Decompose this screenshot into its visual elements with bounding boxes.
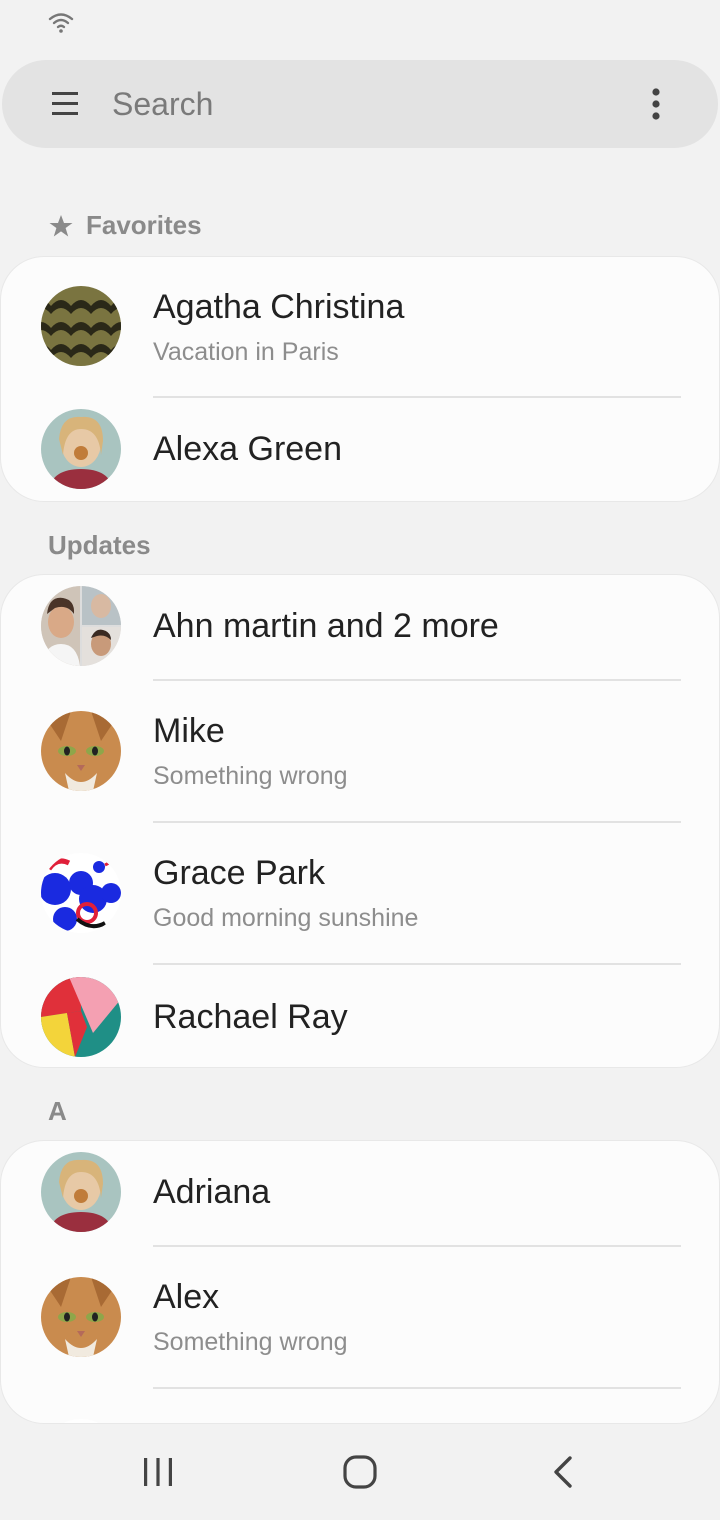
contact-status: Good morning sunshine (153, 904, 419, 932)
contact-status: Something wrong (153, 1328, 348, 1356)
a-section-card: Adriana Alex Something wrong (0, 1140, 720, 1424)
search-bar (2, 60, 718, 148)
section-label: Updates (48, 530, 151, 560)
contact-name: Adriana (153, 1173, 271, 1211)
contact-avatar (41, 286, 121, 366)
contact-avatar (41, 586, 121, 666)
contact-avatar (41, 1152, 121, 1232)
hamburger-menu-icon[interactable] (48, 86, 84, 122)
more-vertical-icon[interactable] (636, 84, 676, 124)
contact-row[interactable]: Alex Something wrong (1, 1247, 719, 1389)
status-bar (0, 0, 720, 48)
contact-avatar (41, 711, 121, 791)
contact-name: Alex (153, 1278, 220, 1316)
navigation-bar (0, 1424, 720, 1520)
home-icon[interactable] (336, 1448, 384, 1496)
favorites-card: Agatha Christina Vacation in Paris Alexa… (0, 256, 720, 502)
contact-avatar (41, 1277, 121, 1357)
section-header-a: A (48, 1096, 67, 1127)
contact-row[interactable]: Grace Park Good morning sunshine (1, 823, 719, 965)
search-input[interactable] (112, 60, 592, 148)
section-header-updates: Updates (48, 530, 151, 561)
contact-name: Ahn martin and 2 more (153, 607, 499, 645)
contact-row[interactable]: Mike Something wrong (1, 681, 719, 823)
contact-avatar (41, 409, 121, 489)
section-label: Favorites (86, 210, 202, 240)
star-icon (49, 214, 73, 236)
contact-name: Agatha Christina (153, 288, 405, 326)
contact-name: Mike (153, 712, 225, 750)
recents-icon[interactable] (134, 1448, 182, 1496)
back-icon[interactable] (540, 1448, 588, 1496)
contact-row[interactable]: Ahn martin and 2 more (1, 575, 719, 681)
contact-avatar (41, 853, 121, 933)
contact-row[interactable]: Rachael Ray (1, 965, 719, 1067)
wifi-icon (48, 13, 74, 33)
contact-row[interactable]: Agatha Christina Vacation in Paris (1, 257, 719, 398)
contact-row[interactable] (1, 1389, 719, 1423)
contact-avatar (41, 977, 121, 1057)
contact-name: Rachael Ray (153, 998, 348, 1036)
contact-name: Alexa Green (153, 430, 342, 468)
section-label: A (48, 1096, 67, 1126)
contact-name: Grace Park (153, 854, 325, 892)
contact-row[interactable]: Adriana (1, 1141, 719, 1247)
contact-status: Vacation in Paris (153, 338, 339, 366)
section-header-favorites: Favorites (48, 210, 202, 241)
contact-status: Something wrong (153, 762, 348, 790)
contact-row[interactable]: Alexa Green (1, 398, 719, 501)
updates-card: Ahn martin and 2 more Mike Something wro… (0, 574, 720, 1068)
